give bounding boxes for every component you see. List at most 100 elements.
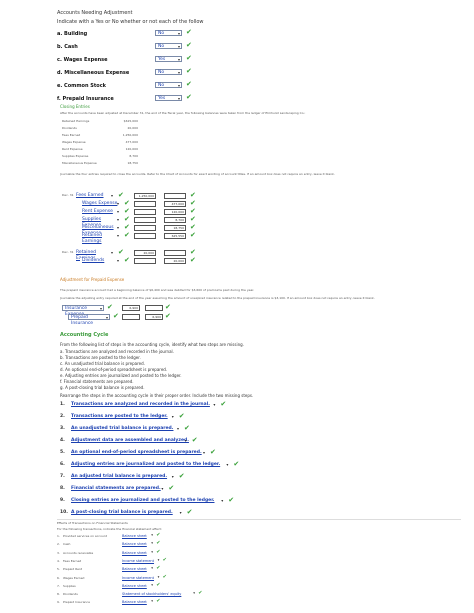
debit-input[interactable] bbox=[134, 217, 156, 223]
cycle-step: g. A post-closing trial balance is prepa… bbox=[60, 385, 145, 390]
credit-input[interactable]: 625,550 bbox=[164, 233, 186, 239]
debit-input[interactable]: 20,000 bbox=[134, 250, 156, 256]
row-label: Provided services on account bbox=[63, 534, 107, 538]
order-select[interactable]: Adjustment data are assembled and analyz… bbox=[71, 438, 189, 443]
account-select[interactable]: Prepaid Insurance ▾ bbox=[68, 314, 110, 326]
order-number: 9. bbox=[60, 498, 65, 503]
account-select[interactable]: Insurance Expense▾ bbox=[62, 305, 104, 317]
account-select[interactable]: Fees Earned ▾ bbox=[74, 193, 114, 199]
debit-input[interactable] bbox=[134, 258, 156, 264]
effect-select[interactable]: Balance sheet bbox=[122, 542, 147, 546]
account-name: Wages Expense bbox=[62, 140, 86, 144]
check-icon: ✔ bbox=[190, 223, 196, 231]
effect-select[interactable]: Balance sheet bbox=[122, 600, 147, 604]
order-number: 3. bbox=[60, 426, 65, 431]
effects-instruction: For the following transactions, indicate… bbox=[57, 527, 162, 531]
select-value: Fees Earned bbox=[76, 193, 104, 198]
chevron-down-icon: ▾ bbox=[177, 83, 180, 88]
account-select[interactable]: Rent Expense ▾ bbox=[80, 209, 120, 215]
account-select[interactable]: Supplies Expense▾ bbox=[80, 217, 120, 228]
effect-select[interactable]: Balance sheet bbox=[122, 567, 147, 571]
order-select[interactable]: An adjusted trial balance is prepared. bbox=[71, 474, 167, 479]
debit-input[interactable] bbox=[134, 209, 156, 215]
closing-heading: Closing Entries bbox=[60, 104, 90, 109]
account-select[interactable]: Dividends ▾ bbox=[80, 258, 120, 264]
order-select[interactable]: Financial statements are prepared. bbox=[71, 486, 161, 491]
order-select[interactable]: Transactions are analyzed and recorded i… bbox=[71, 402, 210, 407]
check-icon: ✔ bbox=[124, 207, 130, 215]
effect-select[interactable]: Income statement bbox=[122, 559, 154, 563]
effect-select[interactable]: Balance sheet bbox=[122, 551, 147, 555]
credit-input[interactable] bbox=[164, 193, 186, 199]
select-value: No bbox=[158, 44, 165, 49]
credit-input[interactable]: 8,700 bbox=[164, 217, 186, 223]
order-select[interactable]: A post-closing trial balance is prepared… bbox=[71, 510, 173, 515]
credit-input[interactable] bbox=[164, 250, 186, 256]
yes-no-select[interactable]: No ▾ bbox=[155, 69, 182, 75]
cycle-intro: From the following list of steps in the … bbox=[60, 342, 244, 347]
chevron-down-icon: ▾ bbox=[116, 217, 119, 222]
credit-input[interactable]: 6,900 bbox=[145, 314, 163, 320]
credit-input[interactable]: 477,000 bbox=[164, 201, 186, 207]
entry-date: Dec. 31 bbox=[62, 250, 74, 254]
debit-input[interactable]: 1,250,000 bbox=[134, 193, 156, 199]
order-select[interactable]: An unadjusted trial balance is prepared. bbox=[71, 426, 173, 431]
effect-select[interactable]: Balance sheet bbox=[122, 584, 147, 588]
check-icon: ✔ bbox=[156, 548, 161, 555]
debit-input[interactable] bbox=[134, 201, 156, 207]
closing-instruction: Journalize the four entries required to … bbox=[60, 172, 335, 176]
check-icon: ✔ bbox=[156, 581, 161, 588]
chevron-down-icon: ▾ bbox=[116, 258, 119, 263]
account-select[interactable]: Miscellaneous Expense▾ bbox=[80, 225, 120, 236]
debit-input[interactable] bbox=[122, 314, 140, 320]
order-number: 2. bbox=[60, 414, 65, 419]
row-label: Accounts receivable bbox=[63, 550, 94, 555]
chevron-down-icon: ▾ bbox=[177, 96, 180, 101]
effect-select[interactable]: Income statement bbox=[122, 576, 154, 580]
account-select[interactable]: Retained Earnings▾ bbox=[74, 250, 114, 261]
chevron-down-icon: ▾ bbox=[99, 306, 102, 311]
cycle-step: f. Financial statements are prepared. bbox=[60, 379, 134, 384]
effect-select[interactable]: Balance sheet bbox=[122, 534, 147, 538]
check-icon: ✔ bbox=[186, 508, 193, 516]
chevron-down-icon: ▾ bbox=[171, 474, 174, 479]
account-select[interactable]: Wages Expense ▾ bbox=[80, 201, 120, 207]
check-icon: ✔ bbox=[190, 256, 196, 264]
order-select[interactable]: Transactions are posted to the ledger. bbox=[71, 414, 168, 419]
account-select[interactable]: Retained Earnings▾ bbox=[80, 233, 120, 244]
cycle-step: e. Adjusting entries are journalized and… bbox=[60, 373, 182, 378]
order-select[interactable]: Adjusting entries are journalized and po… bbox=[71, 462, 220, 467]
yes-no-select[interactable]: No ▾ bbox=[155, 82, 182, 88]
debit-input[interactable] bbox=[134, 233, 156, 239]
chevron-down-icon: ▾ bbox=[105, 315, 108, 320]
debit-input[interactable] bbox=[134, 225, 156, 231]
chevron-down-icon: ▾ bbox=[151, 566, 154, 571]
effect-select[interactable]: Statement of stockholders' equity bbox=[122, 592, 181, 596]
credit-input[interactable]: 20,000 bbox=[164, 258, 186, 264]
order-select[interactable]: An optional end-of-period spreadsheet is… bbox=[71, 450, 202, 455]
check-icon: ✔ bbox=[186, 67, 192, 75]
item-label: d. Miscellaneous Expense bbox=[57, 70, 130, 76]
chevron-down-icon: ▾ bbox=[179, 510, 182, 515]
yes-no-select[interactable]: No ▾ bbox=[155, 43, 182, 49]
account-value: 18,750 bbox=[127, 161, 139, 165]
credit-input[interactable]: 120,000 bbox=[164, 209, 186, 215]
chevron-down-icon: ▾ bbox=[116, 209, 119, 214]
closing-intro: After the accounts have been adjusted at… bbox=[60, 111, 306, 115]
row-number: 1. bbox=[57, 534, 60, 538]
debit-input[interactable]: 6,900 bbox=[122, 305, 140, 311]
yes-no-select[interactable]: Yes ▾ bbox=[155, 56, 182, 62]
yes-no-select[interactable]: Yes ▾ bbox=[155, 95, 182, 101]
yes-no-select[interactable]: No ▾ bbox=[155, 30, 182, 36]
order-number: 8. bbox=[60, 486, 65, 491]
select-value: No bbox=[158, 31, 165, 36]
credit-input[interactable]: 18,750 bbox=[164, 225, 186, 231]
row-number: 9. bbox=[57, 600, 60, 605]
chevron-down-icon: ▾ bbox=[110, 193, 113, 198]
row-number: 8. bbox=[57, 592, 60, 597]
chevron-down-icon: ▾ bbox=[213, 402, 216, 407]
divider bbox=[57, 519, 461, 520]
check-icon: ✔ bbox=[124, 199, 130, 207]
credit-input[interactable] bbox=[145, 305, 163, 311]
order-select[interactable]: Closing entries are journalized and post… bbox=[71, 498, 215, 503]
